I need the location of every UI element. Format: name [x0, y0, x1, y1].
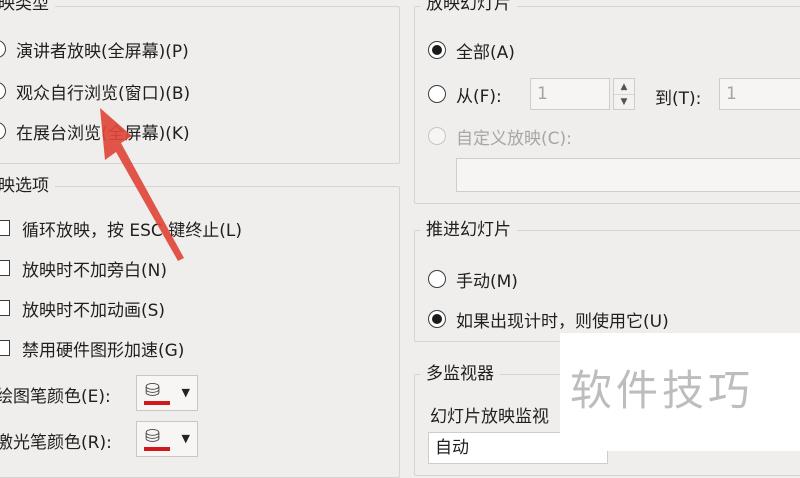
watermark-box: 软件技巧: [560, 333, 800, 451]
annotation-arrow-shape: [100, 108, 184, 261]
watermark-text: 软件技巧: [570, 366, 755, 415]
